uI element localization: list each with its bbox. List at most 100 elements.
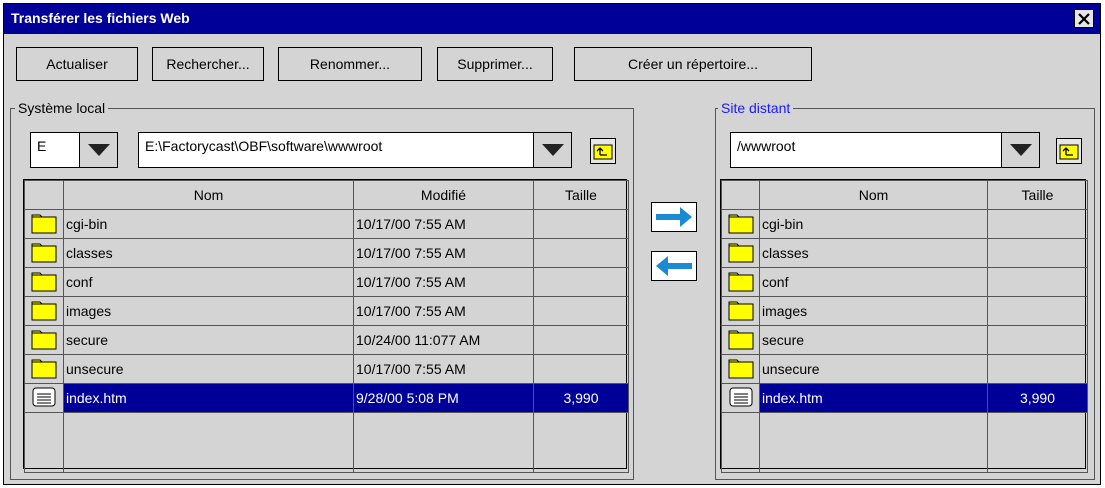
file-modified-cell: 9/28/00 5:08 PM: [353, 383, 534, 413]
file-name-cell: conf: [759, 267, 988, 297]
remote-file-list[interactable]: Nom Taille cgi-bin classes conf images secur…: [720, 179, 1088, 473]
chevron-down-icon: [1009, 144, 1032, 156]
title-bar: Transférer les fichiers Web: [4, 4, 1100, 34]
remote-site-label: Site distant: [718, 99, 794, 117]
file-size-cell: [533, 238, 629, 268]
file-name-cell: unsecure: [63, 354, 354, 384]
refresh-button[interactable]: Actualiser: [16, 47, 138, 81]
file-name-cell: images: [759, 296, 988, 326]
local-path-select[interactable]: E:\Factorycast\OBF\software\wwwroot: [138, 132, 572, 168]
chevron-down-icon: [87, 144, 110, 156]
folder-icon: [24, 354, 64, 384]
empty-cell: [987, 412, 1088, 473]
file-size-cell: [533, 325, 629, 355]
up-folder-icon: [593, 144, 613, 160]
file-name-cell: secure: [63, 325, 354, 355]
file-name-cell: unsecure: [759, 354, 988, 384]
remote-path-value: /wwwroot: [737, 138, 796, 154]
file-size-cell: [987, 325, 1088, 355]
window-title: Transférer les fichiers Web: [11, 10, 190, 26]
file-row[interactable]: conf 10/17/00 7:55 AM: [24, 267, 629, 297]
file-row[interactable]: secure: [721, 325, 1088, 355]
file-row[interactable]: cgi-bin: [721, 209, 1088, 239]
file-size-cell: [987, 209, 1088, 239]
name-column-header[interactable]: Nom: [63, 180, 354, 210]
file-name-cell: conf: [63, 267, 354, 297]
empty-cell: [759, 412, 988, 473]
file-icon: [721, 383, 760, 413]
local-path-dropdown-button[interactable]: [533, 133, 571, 167]
folder-icon: [24, 238, 64, 268]
create-directory-button[interactable]: Créer un répertoire...: [574, 47, 812, 81]
file-modified-cell: 10/24/00 11:077 AM: [353, 325, 534, 355]
file-name-cell: index.htm: [63, 383, 354, 413]
modified-column-header[interactable]: Modifié: [353, 180, 534, 210]
folder-icon: [721, 209, 760, 239]
file-row[interactable]: images: [721, 296, 1088, 326]
name-column-header[interactable]: Nom: [759, 180, 988, 210]
file-row[interactable]: index.htm 3,990: [721, 383, 1088, 413]
empty-cell: [353, 412, 534, 473]
file-size-cell: 3,990: [987, 383, 1088, 413]
file-name-cell: classes: [759, 238, 988, 268]
download-button[interactable]: [651, 251, 697, 281]
file-name-cell: index.htm: [759, 383, 988, 413]
upload-button[interactable]: [651, 202, 697, 232]
local-up-directory-button[interactable]: [590, 138, 616, 164]
file-row[interactable]: secure 10/24/00 11:077 AM: [24, 325, 629, 355]
local-system-label: Système local: [15, 99, 109, 117]
remote-path-select[interactable]: /wwwroot: [730, 132, 1040, 168]
icon-column-header: [24, 180, 64, 210]
file-modified-cell: 10/17/00 7:55 AM: [353, 238, 534, 268]
folder-icon: [24, 209, 64, 239]
up-folder-icon: [1059, 144, 1079, 160]
file-name-cell: cgi-bin: [63, 209, 354, 239]
folder-icon: [24, 267, 64, 297]
file-row[interactable]: index.htm 9/28/00 5:08 PM 3,990: [24, 383, 629, 413]
close-button[interactable]: [1074, 9, 1094, 28]
chevron-down-icon: [541, 144, 564, 156]
close-icon: [1078, 12, 1090, 25]
file-row[interactable]: unsecure: [721, 354, 1088, 384]
file-row[interactable]: images 10/17/00 7:55 AM: [24, 296, 629, 326]
size-column-header[interactable]: Taille: [533, 180, 629, 210]
file-size-cell: [533, 267, 629, 297]
arrow-left-icon: [656, 256, 692, 276]
remote-path-dropdown-button[interactable]: [1001, 133, 1039, 167]
empty-cell: [533, 412, 629, 473]
file-size-cell: 3,990: [533, 383, 629, 413]
file-size-cell: [987, 354, 1088, 384]
icon-column-header: [721, 180, 760, 210]
size-column-header[interactable]: Taille: [987, 180, 1088, 210]
remote-up-directory-button[interactable]: [1056, 138, 1082, 164]
local-header-row: Nom Modifié Taille: [24, 180, 629, 210]
file-name-cell: images: [63, 296, 354, 326]
folder-icon: [721, 354, 760, 384]
file-size-cell: [533, 296, 629, 326]
file-name-cell: secure: [759, 325, 988, 355]
file-modified-cell: 10/17/00 7:55 AM: [353, 209, 534, 239]
transfer-dialog: Transférer les fichiers Web Actualiser R…: [3, 3, 1101, 485]
folder-icon: [721, 325, 760, 355]
local-file-list[interactable]: Nom Modifié Taille cgi-bin 10/17/00 7:55 …: [23, 179, 629, 473]
file-name-cell: cgi-bin: [759, 209, 988, 239]
file-row[interactable]: classes: [721, 238, 1088, 268]
file-row[interactable]: classes 10/17/00 7:55 AM: [24, 238, 629, 268]
delete-button[interactable]: Supprimer...: [437, 47, 553, 81]
file-row[interactable]: conf: [721, 267, 1088, 297]
file-modified-cell: 10/17/00 7:55 AM: [353, 267, 534, 297]
drive-dropdown-button[interactable]: [79, 133, 117, 167]
drive-select[interactable]: E: [30, 132, 118, 168]
file-row[interactable]: unsecure 10/17/00 7:55 AM: [24, 354, 629, 384]
search-button[interactable]: Rechercher...: [152, 47, 264, 81]
file-row[interactable]: cgi-bin 10/17/00 7:55 AM: [24, 209, 629, 239]
folder-icon: [24, 296, 64, 326]
file-icon: [24, 383, 64, 413]
arrow-right-icon: [656, 207, 692, 227]
empty-cell: [63, 412, 354, 473]
empty-cell: [721, 412, 760, 473]
rename-button[interactable]: Renommer...: [278, 47, 422, 81]
file-name-cell: classes: [63, 238, 354, 268]
empty-row: [721, 412, 1088, 473]
empty-cell: [24, 412, 64, 473]
